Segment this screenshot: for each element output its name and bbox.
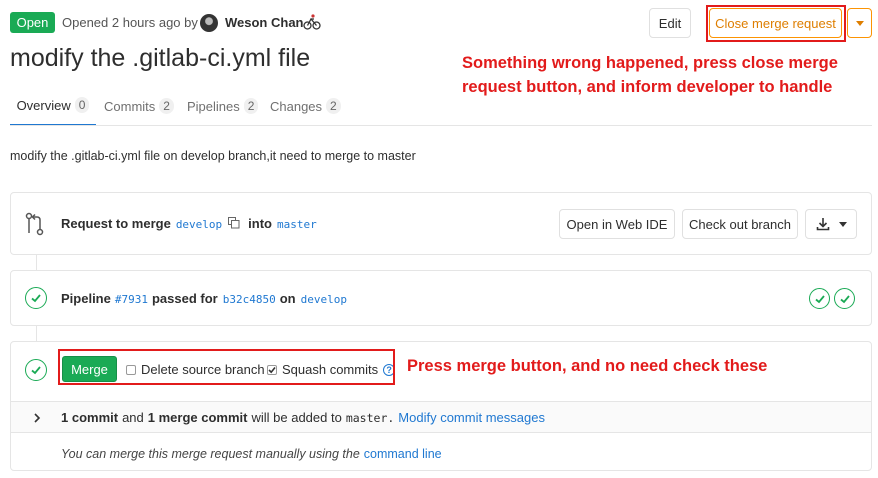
- open-web-ide-button[interactable]: Open in Web IDE: [559, 209, 675, 239]
- and-label: and: [122, 410, 144, 425]
- tab-pipelines-label: Pipelines: [187, 98, 240, 114]
- tab-commits-label: Commits: [104, 98, 156, 114]
- status-badge: Open: [10, 12, 55, 33]
- annotation-close: Something wrong happened, press close me…: [462, 51, 878, 99]
- close-dropdown-toggle[interactable]: [847, 8, 872, 38]
- check-out-branch-button[interactable]: Check out branch: [682, 209, 798, 239]
- tab-commits[interactable]: Commits 2: [97, 86, 181, 126]
- download-icon: [816, 217, 830, 231]
- tab-pipelines[interactable]: Pipelines 2: [180, 86, 265, 126]
- avatar[interactable]: [200, 14, 218, 32]
- pipeline-id-link[interactable]: #7931: [115, 293, 148, 306]
- manual-merge-text: You can merge this merge request manuall…: [61, 447, 442, 461]
- request-to-merge-label: Request to merge: [61, 216, 171, 231]
- author-name[interactable]: Weson Chan: [225, 15, 304, 30]
- merge-ready-status-icon: [25, 359, 47, 381]
- will-be-added-label: will be added to: [251, 410, 342, 425]
- annotation-merge: Press merge button, and no need check th…: [407, 357, 768, 375]
- edit-button[interactable]: Edit: [649, 8, 691, 38]
- tab-changes[interactable]: Changes 2: [263, 86, 348, 126]
- timeline-connector: [36, 326, 37, 341]
- merge-controls-highlight: [58, 349, 395, 385]
- pipeline-line: Pipeline #7931 passed for b32c4850 on de…: [61, 291, 347, 306]
- timeline-connector: [36, 255, 37, 270]
- chevron-right-icon[interactable]: [33, 411, 41, 423]
- description: modify the .gitlab-ci.yml file on develo…: [10, 149, 416, 163]
- tab-changes-label: Changes: [270, 98, 323, 114]
- bike-icon: [303, 13, 321, 31]
- pipeline-status-icon[interactable]: [25, 287, 47, 309]
- merge-request-icon: [24, 212, 46, 236]
- target-branch-code: master.: [345, 411, 395, 425]
- tab-changes-count: 2: [326, 98, 341, 114]
- modify-commit-messages-link[interactable]: Modify commit messages: [398, 410, 545, 425]
- commits-summary: 1 commit and 1 merge commit will be adde…: [61, 410, 545, 425]
- close-button-highlight: [706, 5, 846, 42]
- merge-commit-count: 1 merge commit: [147, 410, 248, 425]
- caret-down-icon: [855, 20, 864, 26]
- tab-overview-label: Overview: [16, 97, 71, 113]
- on-label: on: [279, 291, 296, 306]
- download-dropdown-button[interactable]: [805, 209, 857, 239]
- tab-overview-count: 0: [74, 97, 90, 113]
- commit-sha-link[interactable]: b32c4850: [223, 293, 276, 306]
- request-to-merge-line: Request to merge develop into master: [61, 216, 317, 231]
- annotation-close-line1: Something wrong happened, press close me…: [462, 54, 838, 72]
- tab-commits-count: 2: [159, 98, 174, 114]
- caret-down-icon: [838, 221, 847, 227]
- source-branch[interactable]: develop: [176, 218, 222, 231]
- tab-pipelines-count: 2: [243, 98, 259, 114]
- tab-overview[interactable]: Overview 0: [10, 86, 96, 126]
- copy-icon[interactable]: [228, 217, 240, 229]
- tabs-divider: [10, 125, 872, 126]
- target-branch[interactable]: master: [277, 218, 317, 231]
- into-label: into: [248, 216, 272, 231]
- passed-for-label: passed for: [151, 291, 218, 306]
- manual-merge-label: You can merge this merge request manuall…: [61, 447, 360, 461]
- command-line-link[interactable]: command line: [364, 447, 442, 461]
- opened-text: Opened 2 hours ago by: [62, 15, 198, 30]
- annotation-close-line2: request button, and inform developer to …: [462, 78, 833, 96]
- stage-status-icon[interactable]: [809, 288, 830, 309]
- pipeline-label: Pipeline: [61, 291, 111, 306]
- page-title: modify the .gitlab-ci.yml file: [10, 44, 311, 72]
- stage-status-icon[interactable]: [834, 288, 855, 309]
- pipeline-branch-link[interactable]: develop: [301, 293, 347, 306]
- commit-count: 1 commit: [61, 410, 119, 425]
